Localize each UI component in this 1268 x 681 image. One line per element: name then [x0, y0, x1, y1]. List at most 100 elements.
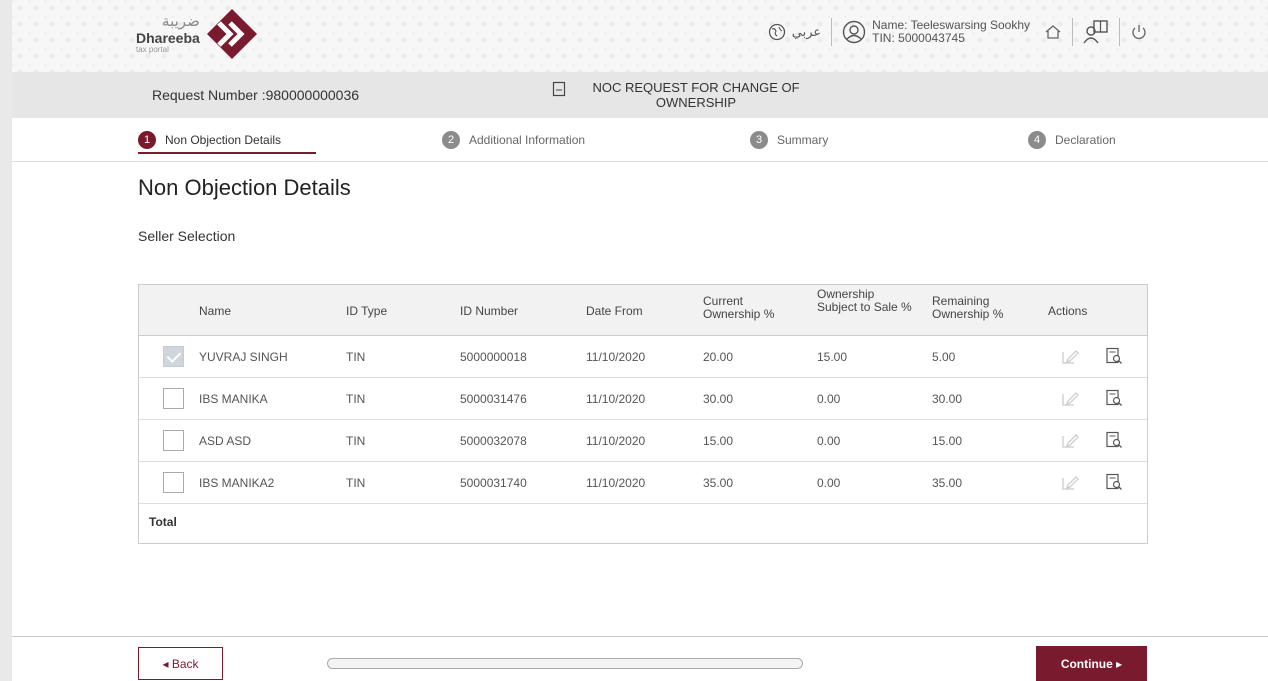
- row-checkbox[interactable]: [163, 346, 184, 367]
- active-step-indicator: [138, 152, 316, 154]
- column-header-remaining-ownership: Remaining Ownership %: [932, 294, 1004, 321]
- table-total-label: Total: [149, 515, 177, 529]
- org-switch-icon: [1083, 20, 1108, 44]
- cell-subject-to-sale: 0.00: [817, 434, 841, 448]
- column-header-id-number: ID Number: [460, 304, 519, 318]
- request-title-text: NOC REQUEST FOR CHANGE OF OWNERSHIP: [592, 80, 800, 110]
- column-header-name: Name: [199, 304, 232, 318]
- logo-arabic-text: ضريبة: [162, 12, 200, 30]
- edit-icon[interactable]: [1061, 347, 1079, 365]
- continue-button[interactable]: Continue ▸: [1036, 646, 1147, 681]
- header-actions: عربي Name: Teeleswarsing Sookhy TIN: 500…: [768, 18, 1148, 46]
- row-checkbox[interactable]: [163, 388, 184, 409]
- cell-subject-to-sale: 15.00: [817, 350, 848, 364]
- cell-name: YUVRAJ SINGH: [199, 350, 288, 364]
- cell-name: IBS MANIKA2: [199, 476, 275, 490]
- edit-icon[interactable]: [1061, 431, 1079, 449]
- cell-remaining-ownership: 35.00: [932, 476, 963, 490]
- footer-divider: [12, 636, 1268, 637]
- column-header-id-type: ID Type: [346, 304, 388, 318]
- logo-chevron-icon: [206, 9, 257, 59]
- cell-id-number: 5000000018: [460, 350, 527, 364]
- section-label: Seller Selection: [138, 228, 236, 244]
- user-profile[interactable]: Name: Teeleswarsing Sookhy TIN: 50000437…: [842, 19, 1030, 45]
- cell-current-ownership: 35.00: [703, 476, 734, 490]
- language-switch[interactable]: عربي: [768, 23, 821, 41]
- cell-current-ownership: 15.00: [703, 434, 734, 448]
- language-label: عربي: [791, 24, 822, 39]
- cell-name: ASD ASD: [199, 434, 252, 448]
- cell-remaining-ownership: 30.00: [932, 392, 963, 406]
- logout-button[interactable]: [1130, 23, 1148, 41]
- wizard-stepper: 1 Non Objection Details 2 Additional Inf…: [12, 118, 1268, 162]
- step-number: 4: [1028, 131, 1046, 149]
- cell-current-ownership: 30.00: [703, 392, 734, 406]
- globe-icon: [768, 23, 785, 41]
- view-details-icon[interactable]: [1105, 389, 1123, 407]
- row-checkbox[interactable]: [163, 472, 184, 493]
- logo-english-text: Dhareeba: [136, 30, 200, 46]
- column-header-date-from: Date From: [586, 304, 643, 318]
- cell-name: IBS MANIKA: [199, 392, 268, 406]
- dhareeba-logo[interactable]: ضريبة Dhareeba tax portal: [136, 6, 260, 62]
- switch-organization-button[interactable]: [1083, 19, 1109, 45]
- seller-selection-table: Name ID Type ID Number Date From Current…: [138, 284, 1148, 544]
- step-label: Additional Information: [469, 133, 586, 147]
- horizontal-scrollbar[interactable]: [327, 658, 803, 669]
- step-additional-information[interactable]: 2 Additional Information: [442, 131, 585, 149]
- step-label: Summary: [777, 133, 829, 147]
- cell-remaining-ownership: 5.00: [932, 350, 956, 364]
- home-button[interactable]: [1044, 23, 1062, 41]
- table-row: IBS MANIKA TIN 5000031476 11/10/2020 30.…: [139, 378, 1147, 420]
- table-row: ASD ASD TIN 5000032078 11/10/2020 15.00 …: [139, 420, 1147, 462]
- step-label: Non Objection Details: [165, 133, 282, 147]
- step-number: 2: [442, 131, 460, 149]
- table-header: Name ID Type ID Number Date From Current…: [139, 285, 1147, 336]
- view-details-icon[interactable]: [1105, 347, 1123, 365]
- page-title: Non Objection Details: [138, 175, 351, 200]
- home-icon: [1045, 25, 1061, 39]
- divider: [1119, 18, 1120, 46]
- step-summary[interactable]: 3 Summary: [750, 131, 828, 149]
- request-number: Request Number :980000000036: [152, 87, 360, 103]
- edit-icon[interactable]: [1061, 473, 1079, 491]
- column-header-subject-to-sale: Ownership Subject to Sale %: [817, 287, 912, 314]
- request-bar: Request Number :980000000036 NOC REQUEST…: [12, 72, 1268, 118]
- cell-id-number: 5000031476: [460, 392, 527, 406]
- table-row: IBS MANIKA2 TIN 5000031740 11/10/2020 35…: [139, 462, 1147, 504]
- cell-id-number: 5000031740: [460, 476, 527, 490]
- page: ضريبة Dhareeba tax portal عربي Name: Tee…: [12, 0, 1268, 681]
- back-button[interactable]: ◂ Back: [138, 647, 223, 680]
- cell-date-from: 11/10/2020: [586, 392, 646, 406]
- table-row: YUVRAJ SINGH TIN 5000000018 11/10/2020 2…: [139, 336, 1147, 378]
- cell-date-from: 11/10/2020: [586, 350, 646, 364]
- cell-id-type: TIN: [346, 476, 366, 490]
- document-icon: [552, 81, 566, 97]
- power-icon: [1132, 25, 1146, 40]
- request-title: NOC REQUEST FOR CHANGE OF OWNERSHIP: [552, 80, 832, 110]
- logo-subtitle: tax portal: [136, 45, 169, 54]
- step-label: Declaration: [1055, 133, 1116, 147]
- cell-id-number: 5000032078: [460, 434, 527, 448]
- cell-subject-to-sale: 0.00: [817, 476, 841, 490]
- edit-icon[interactable]: [1061, 389, 1079, 407]
- cell-date-from: 11/10/2020: [586, 434, 646, 448]
- cell-date-from: 11/10/2020: [586, 476, 646, 490]
- step-number: 3: [750, 131, 768, 149]
- view-details-icon[interactable]: [1105, 431, 1123, 449]
- cell-subject-to-sale: 0.00: [817, 392, 841, 406]
- column-header-actions: Actions: [1048, 304, 1088, 318]
- divider: [1072, 18, 1073, 46]
- step-declaration[interactable]: 4 Declaration: [1028, 131, 1116, 149]
- user-tin: TIN: 5000043745: [872, 31, 965, 45]
- row-checkbox[interactable]: [163, 430, 184, 451]
- step-non-objection-details[interactable]: 1 Non Objection Details: [138, 131, 281, 149]
- divider: [831, 18, 833, 46]
- cell-id-type: TIN: [346, 350, 366, 364]
- cell-id-type: TIN: [346, 434, 366, 448]
- top-header: ضريبة Dhareeba tax portal عربي Name: Tee…: [12, 0, 1268, 72]
- user-icon: [842, 20, 866, 44]
- column-header-current-ownership: Current Ownership %: [703, 294, 775, 321]
- cell-remaining-ownership: 15.00: [932, 434, 963, 448]
- view-details-icon[interactable]: [1105, 473, 1123, 491]
